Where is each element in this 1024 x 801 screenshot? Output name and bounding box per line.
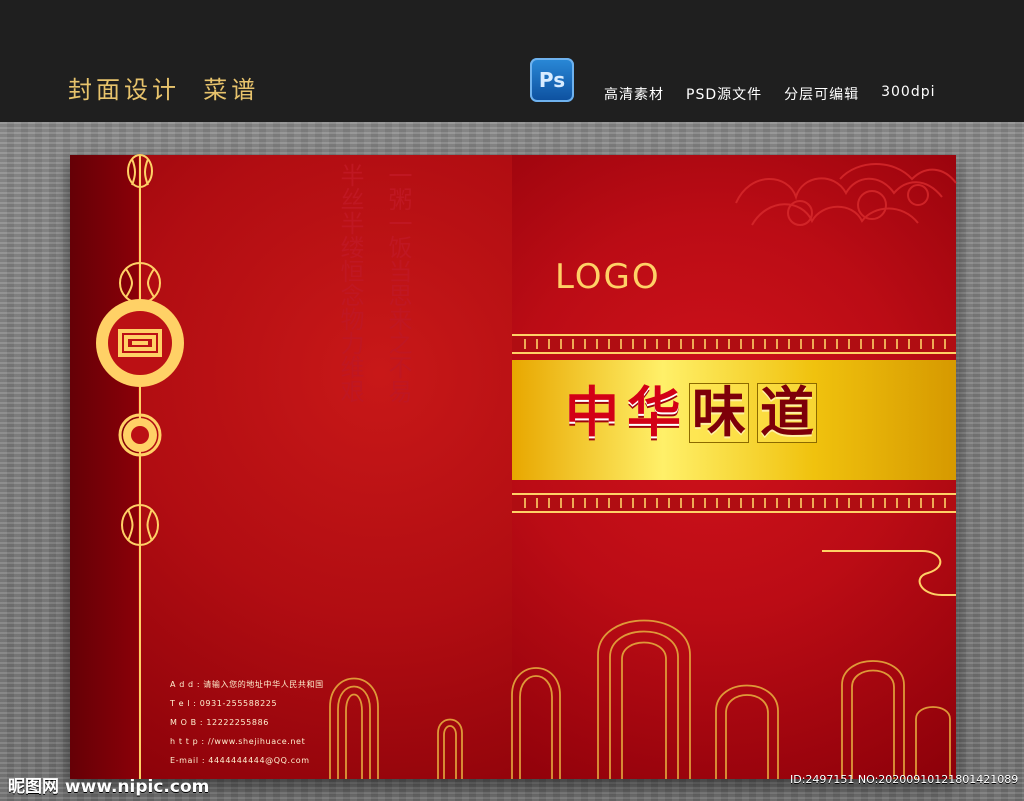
page-title: 封面设计 菜谱 bbox=[68, 76, 260, 104]
title-char: 味 bbox=[692, 381, 746, 444]
header-bar: 封面设计 菜谱 Ps 高清素材 PSD源文件 分层可编辑 300dpi bbox=[0, 0, 1024, 122]
feature-item: PSD源文件 bbox=[686, 87, 763, 103]
logo-text: LOGO bbox=[555, 257, 661, 297]
arch-pattern-icon bbox=[329, 619, 951, 779]
feature-item: 300dpi bbox=[881, 84, 936, 100]
poem-line: 一粥一饭当思来之不易 bbox=[384, 163, 412, 403]
cover-title: 中 华 味 道 bbox=[565, 383, 817, 443]
line-wave-icon bbox=[822, 550, 956, 596]
photoshop-icon: Ps bbox=[530, 58, 574, 102]
cloud-pattern-icon bbox=[735, 163, 957, 226]
watermark-left: 昵图网 www.nipic.com bbox=[8, 777, 210, 797]
title-frame: 道 bbox=[757, 383, 817, 443]
watermark-right: ID:2497151 NO:20200910121801421089 bbox=[790, 773, 1019, 786]
title-frame: 味 bbox=[689, 383, 749, 443]
feature-item: 高清素材 bbox=[604, 87, 664, 103]
title-char: 中 bbox=[565, 381, 619, 444]
pattern-strip bbox=[512, 334, 956, 354]
poem-line: 半丝半缕恒念物力维艰 bbox=[336, 163, 364, 403]
menu-cover-mockup: LOGO 一粥一饭当思来之不易 半丝半缕恒念物力维艰 A d d : 请输入您的… bbox=[70, 154, 957, 779]
title-char: 道 bbox=[760, 381, 814, 444]
feature-item: 分层可编辑 bbox=[784, 87, 860, 103]
feature-list: 高清素材 PSD源文件 分层可编辑 300dpi bbox=[604, 84, 936, 104]
pattern-strip bbox=[512, 493, 956, 513]
title-char: 华 bbox=[627, 381, 681, 444]
